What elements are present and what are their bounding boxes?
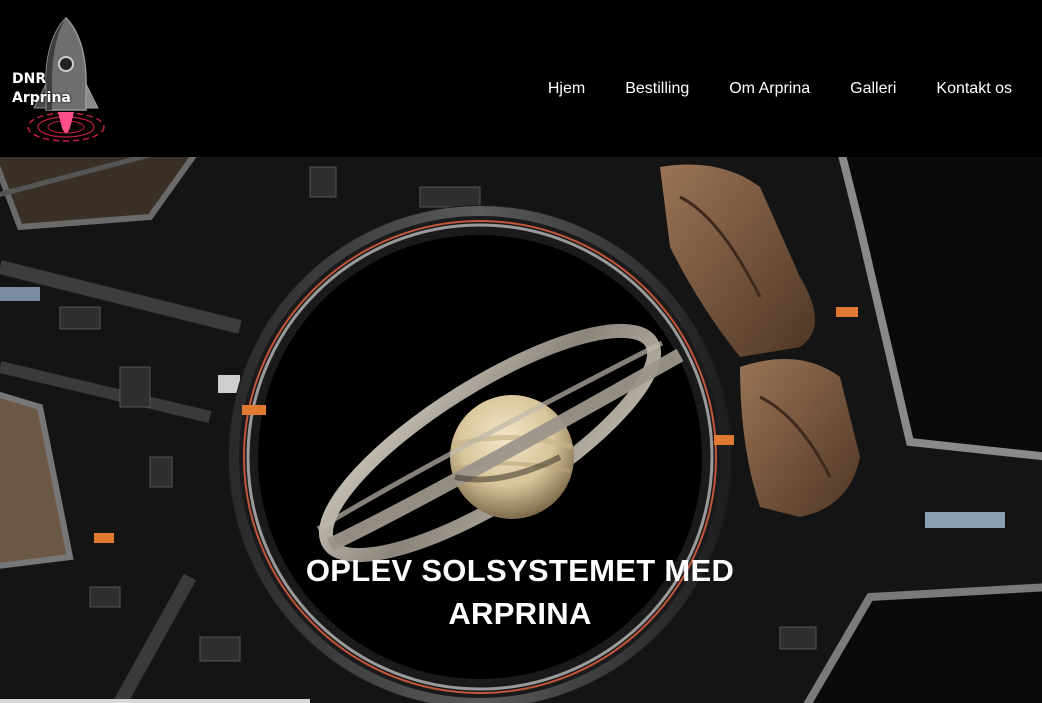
logo-line-1: DNR — [12, 71, 47, 87]
logo-line-2: Arprina — [12, 90, 71, 106]
nav-item-bestilling[interactable]: Bestilling — [625, 80, 689, 98]
logo[interactable]: DNR Arprina — [8, 12, 108, 157]
logo-text: DNR Arprina — [12, 70, 71, 108]
hero-section: OPLEV SOLSYSTEMET MED ARPRINA — [0, 157, 1042, 703]
hero-title-line-1: OPLEV SOLSYSTEMET MED — [305, 553, 735, 588]
hero-title-line-2: ARPRINA — [448, 596, 592, 631]
hero-title: OPLEV SOLSYSTEMET MED ARPRINA — [270, 549, 770, 635]
horizontal-scrollbar[interactable] — [0, 699, 310, 703]
site-header: DNR Arprina Hjem Bestilling Om Arprina G… — [0, 0, 1042, 157]
nav-item-om-arprina[interactable]: Om Arprina — [729, 80, 810, 98]
nav-item-kontakt-os[interactable]: Kontakt os — [936, 80, 1012, 98]
nav-item-galleri[interactable]: Galleri — [850, 80, 896, 98]
nav-item-hjem[interactable]: Hjem — [548, 80, 585, 98]
main-nav: Hjem Bestilling Om Arprina Galleri Konta… — [508, 80, 1012, 98]
